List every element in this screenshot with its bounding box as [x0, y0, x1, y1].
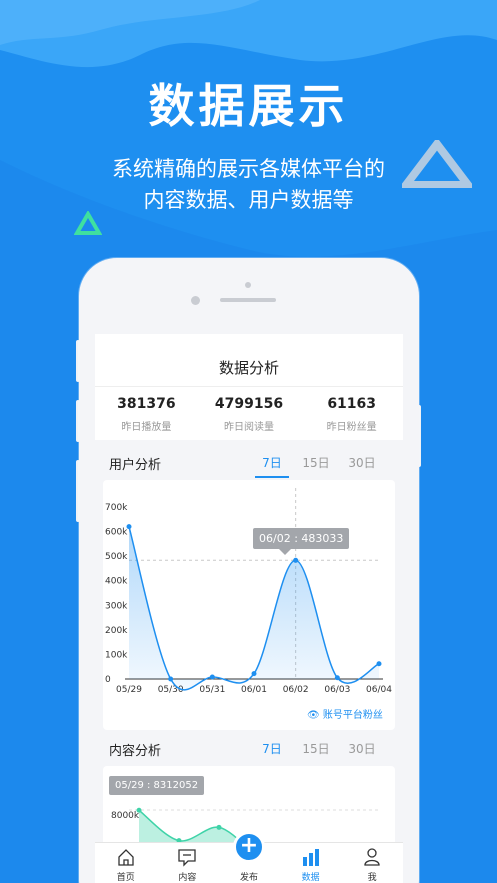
data-point	[334, 675, 340, 681]
hero-subtitle-line2: 内容数据、用户数据等	[143, 188, 354, 212]
y-tick-label: 8000k	[111, 811, 140, 821]
y-tick-label: 300k	[105, 601, 128, 611]
tab-label: 我	[367, 873, 377, 883]
tab-label: 发布	[239, 873, 258, 883]
x-tick-label: 05/29	[116, 685, 142, 695]
x-tick-label: 06/01	[241, 685, 267, 695]
section-title: 用户分析	[109, 458, 162, 473]
x-tick-label: 06/04	[366, 685, 392, 695]
user-chart-card: 0 100k 200k 300k 400k 500k 600k 700k 05/29 05/30 0…	[103, 480, 395, 730]
user-analysis-header: 用户分析 7日 15日 30日	[95, 444, 403, 480]
stats-row: 381376 昨日播放量 4799156 昨日阅读量 61163 昨日粉丝量	[95, 386, 403, 440]
chart-tooltip: 06/02 : 483033	[253, 528, 350, 549]
x-tick-label: 05/31	[199, 685, 225, 695]
decor-triangle-green-icon	[74, 211, 102, 235]
content-analysis-header: 内容分析 7日 15日 30日	[95, 730, 403, 766]
stat-value: 381376	[117, 396, 176, 412]
tab-label: 数据	[301, 873, 320, 883]
y-tick-label: 600k	[105, 528, 128, 538]
decor-triangle-grey-icon	[402, 140, 472, 188]
phone-sensor	[191, 296, 200, 305]
page-title: 数据分析	[95, 334, 403, 386]
tab-me[interactable]: 我	[341, 843, 403, 883]
hero-title: 数据展示	[148, 79, 349, 133]
data-point	[376, 661, 382, 667]
y-tick-label: 500k	[105, 552, 128, 562]
x-tick-label: 06/03	[324, 685, 350, 695]
stat-label: 昨日粉丝量	[326, 422, 377, 433]
stat-reads: 4799156 昨日阅读量	[198, 387, 301, 440]
stat-label: 昨日阅读量	[224, 422, 274, 433]
user-analysis-chart[interactable]: 0100k200k300k400k500k600k700k05/29 05/30 0…	[103, 480, 395, 730]
stat-value: 61163	[327, 396, 377, 412]
home-icon	[118, 849, 134, 866]
tooltip-arrow	[279, 549, 291, 555]
tab-15-days[interactable]: 15日	[299, 740, 333, 757]
stat-value: 4799156	[214, 396, 284, 412]
stat-label: 昨日播放量	[121, 422, 172, 433]
tab-30-days[interactable]: 30日	[345, 454, 379, 471]
chart-legend[interactable]: 👁 账号平台粉丝	[307, 706, 383, 721]
message-icon	[178, 849, 197, 867]
tab-data[interactable]: 数据	[280, 843, 342, 883]
bar-chart-icon	[302, 849, 319, 866]
tab-content[interactable]: 内容	[157, 843, 219, 883]
x-tick-label: 06/02	[283, 685, 309, 695]
active-tab-indicator	[255, 476, 289, 478]
app-screen: 数据分析 381376 昨日播放量 4799156 昨日阅读量 61163 昨日…	[95, 334, 403, 883]
tab-publish[interactable]: + 发布	[218, 831, 280, 883]
phone-camera	[245, 282, 251, 288]
phone-mockup: 数据分析 381376 昨日播放量 4799156 昨日阅读量 61163 昨日…	[79, 258, 419, 883]
data-point	[126, 524, 132, 530]
stat-fans: 61163 昨日粉丝量	[300, 387, 403, 440]
tab-7-days[interactable]: 7日	[255, 740, 289, 757]
tab-7-days[interactable]: 7日	[255, 454, 289, 471]
y-tick-label: 100k	[105, 650, 128, 660]
y-tick-label: 400k	[105, 577, 128, 587]
y-tick-label: 0	[105, 675, 111, 685]
chart-tooltip: 05/29 : 8312052	[109, 776, 205, 795]
phone-speaker	[220, 298, 276, 302]
tab-home[interactable]: 首页	[95, 843, 157, 883]
tab-label: 内容	[178, 873, 197, 883]
tab-label: 首页	[116, 873, 135, 883]
tab-30-days[interactable]: 30日	[345, 740, 379, 757]
bottom-tab-bar: 首页 内容 + 发布 数据 我	[95, 831, 403, 883]
data-point	[216, 824, 222, 830]
person-icon	[364, 848, 380, 866]
series-area	[129, 526, 379, 690]
eye-icon: 👁	[307, 710, 320, 721]
tab-15-days[interactable]: 15日	[299, 454, 333, 471]
y-tick-label: 700k	[105, 503, 128, 513]
stat-plays: 381376 昨日播放量	[95, 387, 198, 440]
plus-icon[interactable]: +	[232, 831, 265, 863]
data-point	[251, 671, 257, 677]
series-line	[128, 526, 380, 691]
data-point	[168, 676, 174, 682]
legend-label: 账号平台粉丝	[322, 710, 383, 721]
section-title: 内容分析	[109, 744, 162, 759]
data-point	[209, 674, 215, 680]
data-point	[293, 557, 299, 563]
y-tick-label: 200k	[105, 626, 128, 636]
